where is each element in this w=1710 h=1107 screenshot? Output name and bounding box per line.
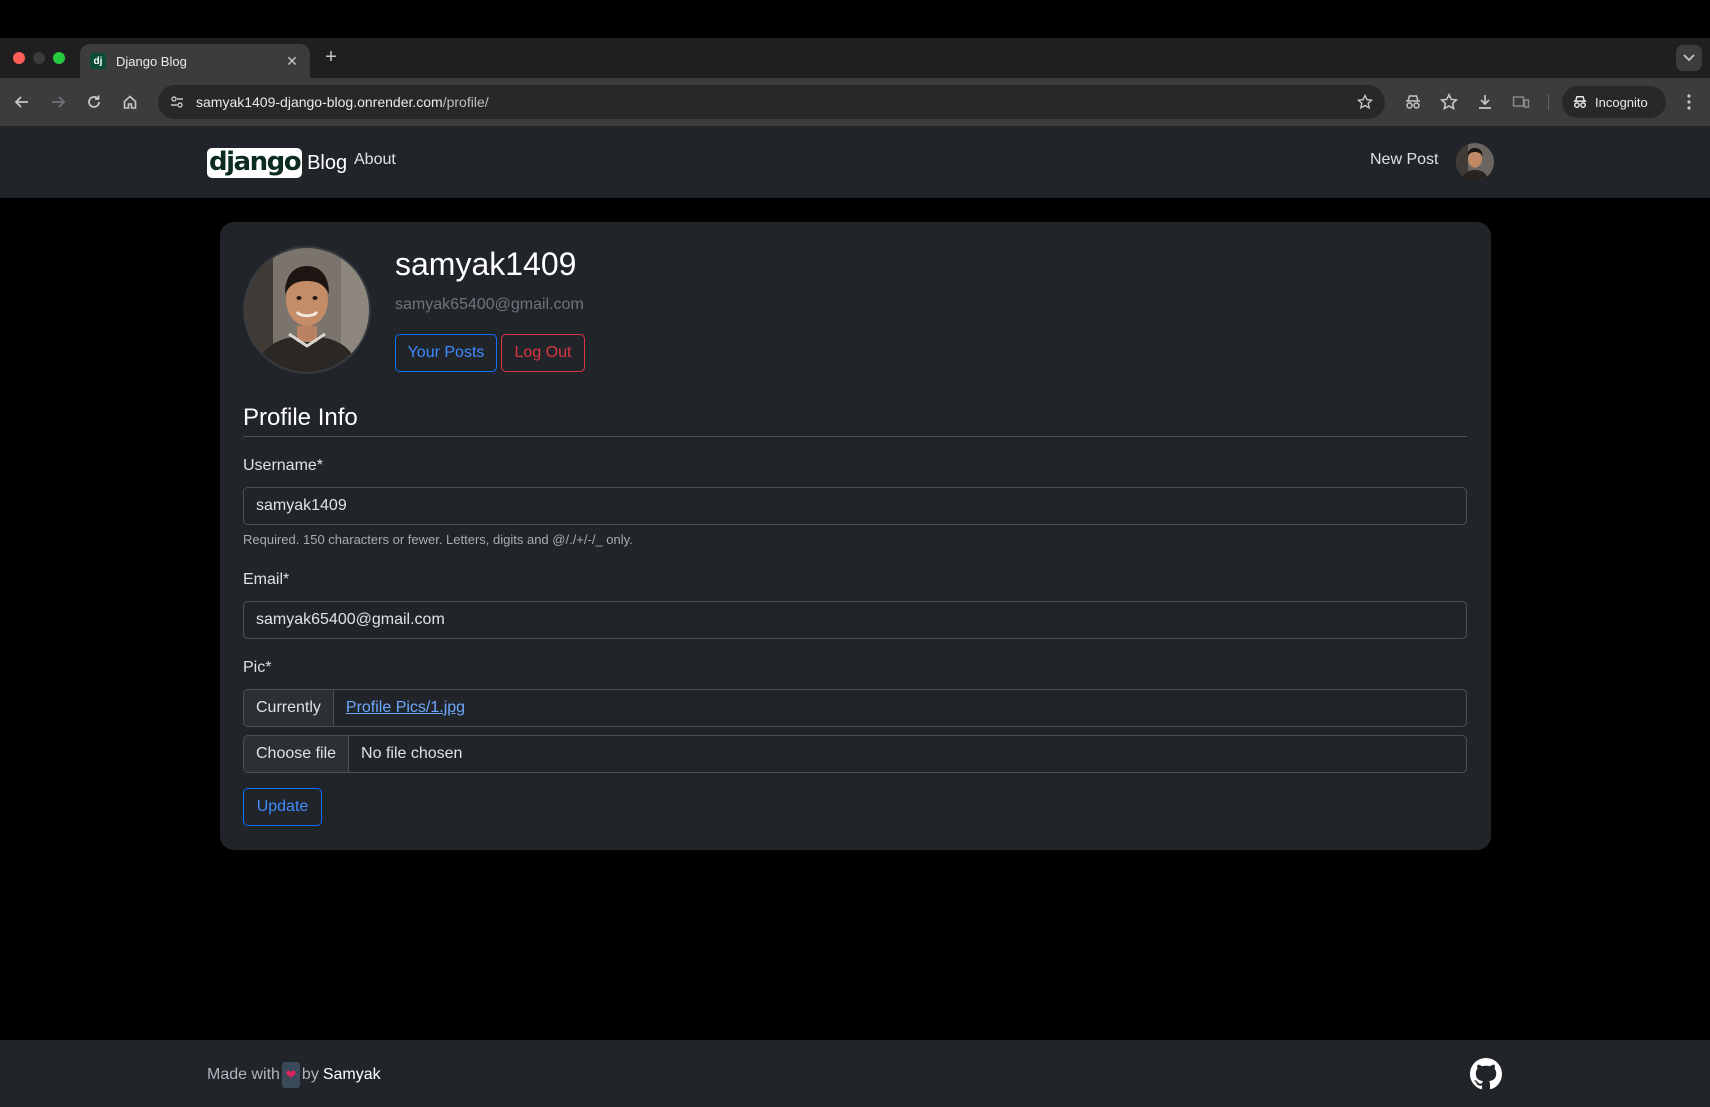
- window-minimize-button[interactable]: [33, 52, 45, 64]
- your-posts-button[interactable]: Your Posts: [395, 334, 497, 372]
- home-icon[interactable]: [118, 90, 142, 114]
- window-close-button[interactable]: [13, 52, 25, 64]
- back-arrow-icon[interactable]: [10, 90, 34, 114]
- log-out-button[interactable]: Log Out: [501, 334, 585, 372]
- download-icon[interactable]: [1473, 90, 1497, 114]
- brand-text: Blog: [307, 151, 348, 174]
- username-label: Username*: [243, 457, 324, 474]
- url-text: samyak1409-django-blog.onrender.com/prof…: [196, 94, 489, 110]
- currently-label: Currently: [244, 690, 334, 726]
- incognito-icon: [1573, 96, 1587, 108]
- email-label: Email*: [243, 571, 290, 588]
- bookmarks-star-icon[interactable]: [1437, 90, 1461, 114]
- footer-credit: Made with ❤ by Samyak: [207, 1062, 381, 1088]
- browser-menu-kebab-icon[interactable]: [1677, 90, 1701, 114]
- device-icon[interactable]: [1509, 90, 1533, 114]
- bookmark-star-icon[interactable]: [1351, 88, 1379, 116]
- choose-file-button[interactable]: Choose file: [244, 736, 350, 772]
- tab-search-chevron-icon[interactable]: [1676, 45, 1702, 71]
- current-pic-link[interactable]: Profile Pics/1.jpg: [334, 690, 465, 726]
- footer-by: by: [301, 1066, 319, 1083]
- os-top-bar: [0, 0, 1710, 38]
- incognito-badge[interactable]: Incognito: [1562, 86, 1666, 118]
- profile-email: samyak65400@gmail.com: [395, 296, 584, 313]
- profile-avatar: [243, 246, 371, 374]
- brand-home-link[interactable]: django Blog: [207, 148, 347, 178]
- window-maximize-button[interactable]: [53, 52, 65, 64]
- section-divider: [243, 436, 1467, 437]
- site-settings-icon[interactable]: [166, 91, 188, 113]
- footer-author: Samyak: [322, 1066, 381, 1083]
- update-button[interactable]: Update: [243, 788, 322, 826]
- address-bar[interactable]: samyak1409-django-blog.onrender.com/prof…: [158, 85, 1385, 119]
- django-favicon-icon: dj: [90, 53, 106, 69]
- new-tab-plus-icon[interactable]: +: [320, 46, 342, 69]
- incognito-label: Incognito: [1595, 94, 1648, 110]
- email-input[interactable]: [243, 601, 1467, 639]
- reload-icon[interactable]: [82, 90, 106, 114]
- nav-new-post-link[interactable]: New Post: [1370, 151, 1438, 169]
- nav-about-link[interactable]: About: [354, 151, 396, 169]
- forward-arrow-icon[interactable]: [46, 90, 70, 114]
- username-help-text: Required. 150 characters or fewer. Lette…: [243, 532, 633, 547]
- pic-file-input[interactable]: Choose file No file chosen: [243, 735, 1467, 773]
- incognito-extension-icon[interactable]: [1401, 90, 1425, 114]
- file-status-text: No file chosen: [361, 745, 463, 762]
- heart-icon: ❤: [281, 1062, 300, 1088]
- tab-title: Django Blog: [116, 53, 187, 69]
- profile-username-heading: samyak1409: [395, 246, 577, 282]
- github-icon[interactable]: [1470, 1058, 1502, 1090]
- toolbar-separator: [1548, 94, 1549, 110]
- username-input[interactable]: [243, 487, 1467, 525]
- browser-tab[interactable]: dj Django Blog ✕: [80, 44, 310, 78]
- tab-close-icon[interactable]: ✕: [284, 53, 300, 70]
- profile-info-heading: Profile Info: [243, 404, 358, 431]
- nav-user-avatar[interactable]: [1456, 143, 1494, 181]
- current-pic-group: Currently Profile Pics/1.jpg: [243, 689, 1467, 727]
- footer-made-with: Made with: [207, 1066, 280, 1083]
- pic-label: Pic*: [243, 659, 272, 676]
- django-logo: django: [207, 147, 303, 178]
